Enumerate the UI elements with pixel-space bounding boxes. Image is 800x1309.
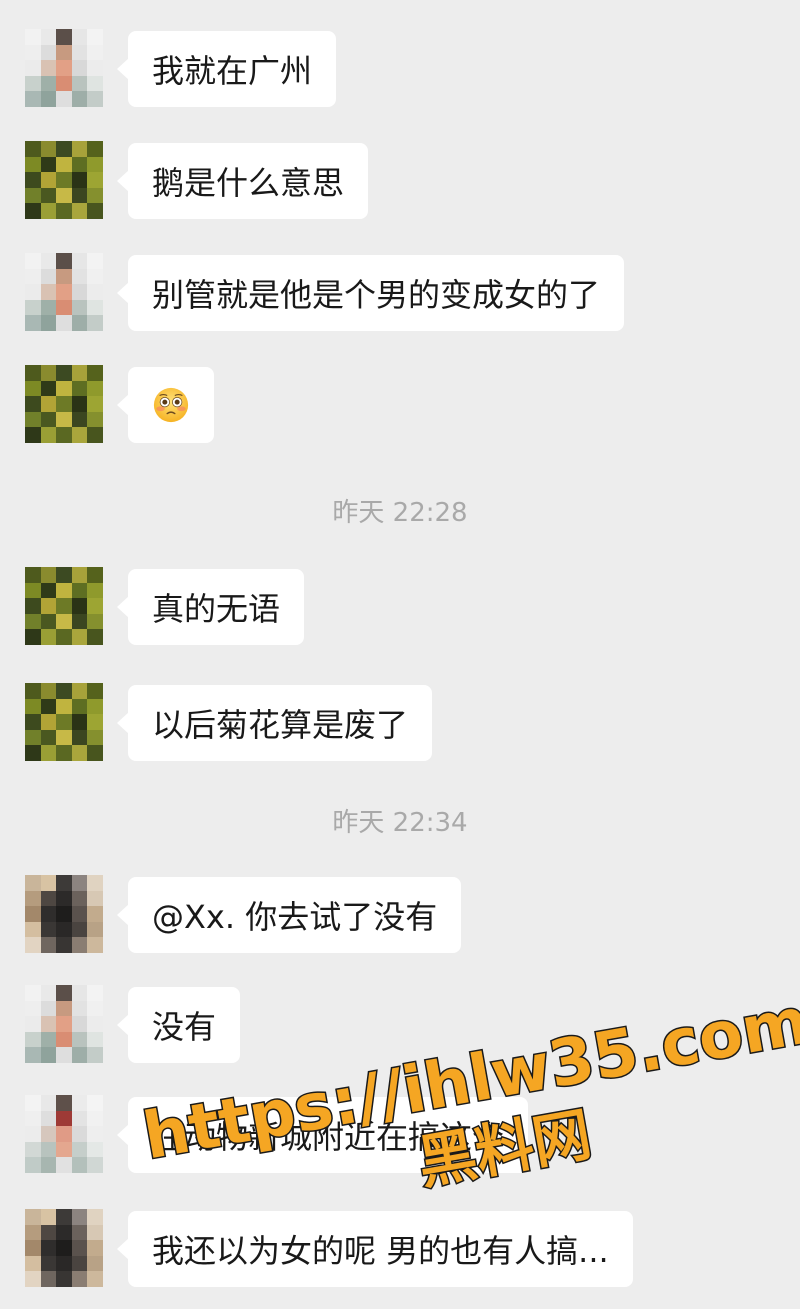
message-bubble[interactable] bbox=[117, 367, 214, 443]
message-bubble[interactable]: 别管就是他是个男的变成女的了 bbox=[116, 255, 625, 331]
avatar[interactable] bbox=[25, 253, 103, 331]
timestamp: 昨天 22:34 bbox=[332, 808, 468, 838]
avatar[interactable] bbox=[25, 1095, 103, 1173]
message-bubble[interactable]: 以后菊花算是废了 bbox=[116, 685, 433, 761]
avatar[interactable] bbox=[25, 29, 103, 107]
message-text: 以后菊花算是废了 bbox=[152, 706, 409, 744]
message-text: 没有 bbox=[152, 1008, 217, 1046]
message-text: 我还以为女的呢 男的也有人搞... bbox=[152, 1232, 609, 1270]
message-text: 鹅是什么意思 bbox=[152, 164, 345, 202]
message-text: 真的无语 bbox=[152, 590, 281, 628]
message-row: 我还以为女的呢 男的也有人搞... bbox=[25, 1209, 633, 1289]
chat-view: 我就在广州 鹅是什么意思 别管就是他是个男的变成女的了 昨天 22:28 真的无… bbox=[0, 0, 800, 1309]
message-row: 鹅是什么意思 bbox=[25, 141, 369, 221]
message-text: 我就在广州 bbox=[152, 52, 313, 90]
message-bubble[interactable]: 真的无语 bbox=[116, 569, 305, 645]
message-text: 别管就是他是个男的变成女的了 bbox=[152, 276, 601, 314]
avatar[interactable] bbox=[25, 1209, 103, 1287]
message-text: @Xx. 你去试了没有 bbox=[152, 898, 438, 936]
avatar[interactable] bbox=[25, 985, 103, 1063]
message-row bbox=[25, 365, 214, 445]
message-bubble[interactable]: 鹅是什么意思 bbox=[116, 143, 369, 219]
message-bubble[interactable]: 没有 bbox=[116, 987, 241, 1063]
message-text: 在动物新城附近在搞这个 bbox=[152, 1118, 505, 1156]
message-row: 在动物新城附近在搞这个 bbox=[25, 1095, 529, 1175]
message-row: 我就在广州 bbox=[25, 29, 337, 109]
message-row: 真的无语 bbox=[25, 567, 305, 647]
message-row: @Xx. 你去试了没有 bbox=[25, 875, 462, 955]
flushed-face-emoji bbox=[153, 387, 189, 423]
message-row: 以后菊花算是废了 bbox=[25, 683, 433, 763]
message-bubble[interactable]: 我就在广州 bbox=[116, 31, 337, 107]
message-bubble[interactable]: 在动物新城附近在搞这个 bbox=[116, 1097, 529, 1173]
message-row: 没有 bbox=[25, 985, 241, 1065]
message-bubble[interactable]: @Xx. 你去试了没有 bbox=[116, 877, 462, 953]
timestamp: 昨天 22:28 bbox=[332, 498, 468, 528]
avatar[interactable] bbox=[25, 365, 103, 443]
message-row: 别管就是他是个男的变成女的了 bbox=[25, 253, 625, 333]
avatar[interactable] bbox=[25, 683, 103, 761]
message-bubble[interactable]: 我还以为女的呢 男的也有人搞... bbox=[117, 1211, 633, 1287]
avatar[interactable] bbox=[25, 141, 103, 219]
avatar[interactable] bbox=[25, 875, 103, 953]
avatar[interactable] bbox=[25, 567, 103, 645]
